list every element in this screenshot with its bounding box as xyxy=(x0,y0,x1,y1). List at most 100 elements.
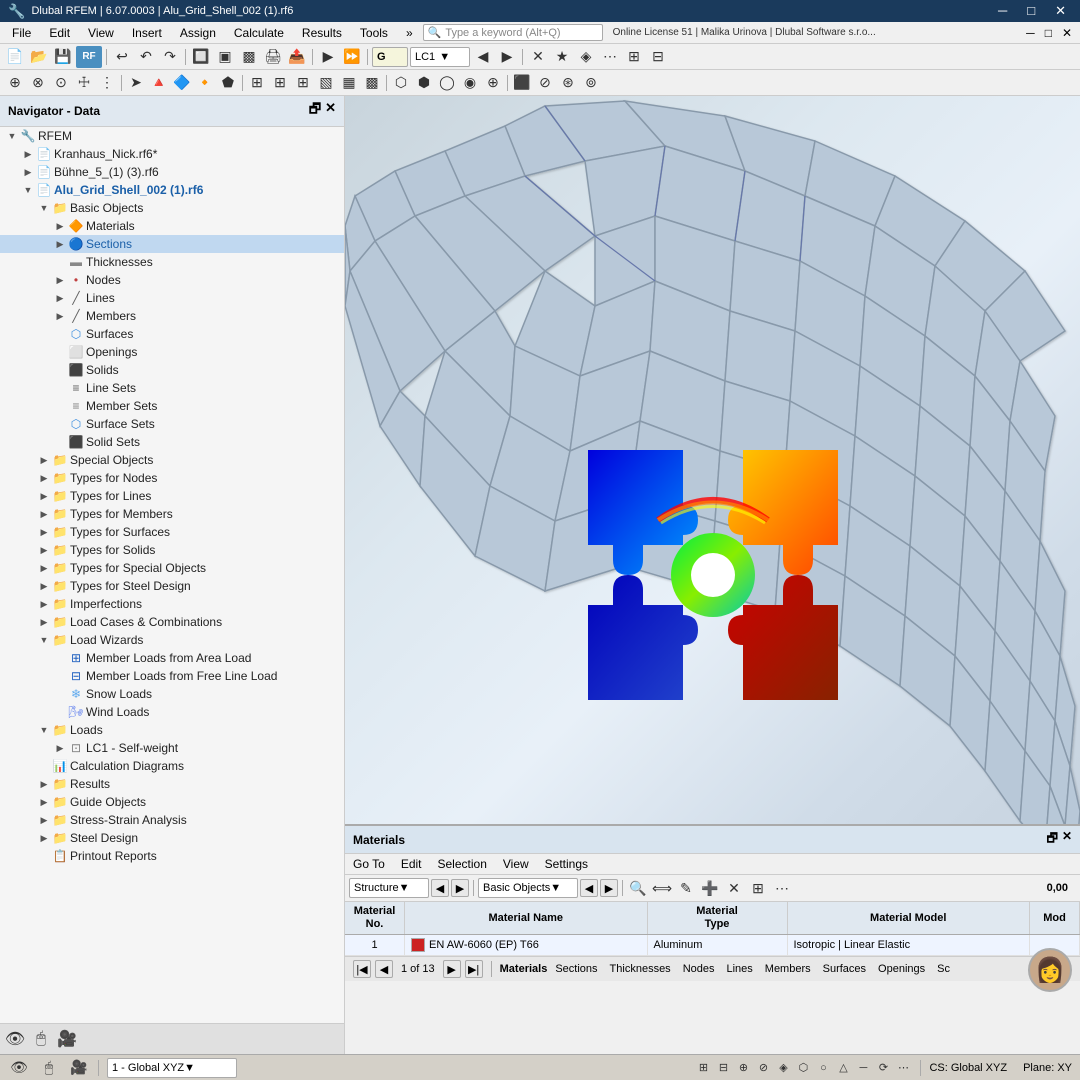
maximize-button[interactable]: □ xyxy=(1021,3,1041,19)
minimize-button[interactable]: ─ xyxy=(992,3,1013,19)
undo-area[interactable]: ↩ xyxy=(111,46,133,68)
tree-basic-objects[interactable]: ▼ 📁 Basic Objects xyxy=(0,199,344,217)
tree-steel-design[interactable]: ▶ 📁 Steel Design xyxy=(0,829,344,847)
tree-types-special[interactable]: ▶ 📁 Types for Special Objects xyxy=(0,559,344,577)
st2[interactable]: ⊟ xyxy=(714,1059,732,1077)
menu-tools[interactable]: Tools xyxy=(352,24,396,42)
menu-calculate[interactable]: Calculate xyxy=(226,24,292,42)
s15[interactable]: ▦ xyxy=(338,72,360,94)
viewy-btn[interactable]: ▩ xyxy=(238,46,260,68)
tree-thicknesses[interactable]: ▬ Thicknesses xyxy=(0,253,344,271)
tree-wind-loads[interactable]: 🌬 Wind Loads xyxy=(0,703,344,721)
tree-file-3[interactable]: ▼ 📄 Alu_Grid_Shell_002 (1).rf6 xyxy=(0,181,344,199)
play-btn[interactable]: ▶ xyxy=(317,46,339,68)
copy-mat-btn[interactable]: ⊞ xyxy=(747,877,769,899)
search-mat-btn[interactable]: 🔍 xyxy=(627,877,649,899)
s1[interactable]: ⊕ xyxy=(4,72,26,94)
nav-controls[interactable]: 🗗 ✕ xyxy=(309,100,336,122)
s14[interactable]: ▧ xyxy=(315,72,337,94)
s7[interactable]: 🔺 xyxy=(148,72,170,94)
s6[interactable]: ➤ xyxy=(125,72,147,94)
st4[interactable]: ⊘ xyxy=(754,1059,772,1077)
status-camera-btn[interactable]: 🎥 xyxy=(68,1057,90,1079)
tree-lines[interactable]: ▶ ╱ Lines xyxy=(0,289,344,307)
tree-nodes[interactable]: ▶ • Nodes xyxy=(0,271,344,289)
tab-surfaces-label[interactable]: Surfaces xyxy=(819,963,870,975)
s25[interactable]: ⊚ xyxy=(580,72,602,94)
s3[interactable]: ⊙ xyxy=(50,72,72,94)
settings-menu[interactable]: Settings xyxy=(541,856,592,872)
tree-sections[interactable]: ▶ 🔵 Sections xyxy=(0,235,344,253)
view3d-btn[interactable]: 🔲 xyxy=(190,46,212,68)
tree-types-steel[interactable]: ▶ 📁 Types for Steel Design xyxy=(0,577,344,595)
tree-printout-reports[interactable]: 📋 Printout Reports xyxy=(0,847,344,865)
prev-page-btn[interactable]: ◀ xyxy=(431,879,449,897)
st3[interactable]: ⊕ xyxy=(734,1059,752,1077)
panel-restore-btn[interactable]: 🗗 xyxy=(1047,829,1058,850)
close-button[interactable]: ✕ xyxy=(1049,3,1072,19)
s19[interactable]: ◯ xyxy=(436,72,458,94)
goto-menu[interactable]: Go To xyxy=(349,856,389,872)
open-btn[interactable]: 📂 xyxy=(28,46,50,68)
title-controls[interactable]: ─ □ ✕ xyxy=(992,3,1072,19)
tree-linesets[interactable]: ≡ Line Sets xyxy=(0,379,344,397)
s11[interactable]: ⊞ xyxy=(246,72,268,94)
tab-thicknesses-label[interactable]: Thicknesses xyxy=(606,963,675,975)
s17[interactable]: ⬡ xyxy=(390,72,412,94)
tree-types-lines[interactable]: ▶ 📁 Types for Lines xyxy=(0,487,344,505)
st10[interactable]: ⟳ xyxy=(874,1059,892,1077)
tree-loads[interactable]: ▼ 📁 Loads xyxy=(0,721,344,739)
t5[interactable]: ⊞ xyxy=(623,46,645,68)
status-cursor-btn[interactable]: 🖱 xyxy=(38,1057,60,1079)
search-box[interactable]: 🔍 Type a keyword (Alt+Q) xyxy=(423,24,603,41)
tree-surfaces[interactable]: ⬡ Surfaces xyxy=(0,325,344,343)
st8[interactable]: △ xyxy=(834,1059,852,1077)
view-menu[interactable]: View xyxy=(499,856,533,872)
lc-select[interactable]: LC1 ▼ xyxy=(410,47,470,67)
tree-membersets[interactable]: ≡ Member Sets xyxy=(0,397,344,415)
s8[interactable]: 🔷 xyxy=(171,72,193,94)
menu-close[interactable]: ✕ xyxy=(1058,26,1076,40)
tree-materials[interactable]: ▶ 🔶 Materials xyxy=(0,217,344,235)
s24[interactable]: ⊛ xyxy=(557,72,579,94)
next-obj-btn[interactable]: ▶ xyxy=(600,879,618,897)
tab-materials-label[interactable]: Materials xyxy=(500,963,548,975)
next-page-btn2[interactable]: ▶ xyxy=(443,960,461,978)
more-mat-btn[interactable]: ⋯ xyxy=(771,877,793,899)
filter-mat-btn[interactable]: ⟺ xyxy=(651,877,673,899)
tree-calc-diagrams[interactable]: 📊 Calculation Diagrams xyxy=(0,757,344,775)
tree-special-objects[interactable]: ▶ 📁 Special Objects xyxy=(0,451,344,469)
tree-types-nodes[interactable]: ▶ 📁 Types for Nodes xyxy=(0,469,344,487)
tree-root-rfem[interactable]: ▼ 🔧 RFEM xyxy=(0,127,344,145)
basic-objects-dropdown[interactable]: Basic Objects ▼ xyxy=(478,878,578,898)
tree-members[interactable]: ▶ ╱ Members xyxy=(0,307,344,325)
prev-page-btn2[interactable]: ◀ xyxy=(375,960,393,978)
t2[interactable]: ★ xyxy=(551,46,573,68)
tab-lines-label[interactable]: Lines xyxy=(722,963,756,975)
s12[interactable]: ⊞ xyxy=(269,72,291,94)
tab-nodes-label[interactable]: Nodes xyxy=(679,963,719,975)
step-btn[interactable]: ⏩ xyxy=(341,46,363,68)
rfem-btn[interactable]: RF xyxy=(76,46,102,68)
lc-dropdown[interactable]: G xyxy=(372,47,408,67)
st11[interactable]: ⋯ xyxy=(894,1059,912,1077)
tab-sections-label[interactable]: Sections xyxy=(551,963,601,975)
nav-restore-btn[interactable]: 🗗 xyxy=(309,100,321,122)
first-page-btn[interactable]: |◀ xyxy=(353,960,371,978)
s16[interactable]: ▩ xyxy=(361,72,383,94)
tree-imperfections[interactable]: ▶ 📁 Imperfections xyxy=(0,595,344,613)
tree-stress-strain[interactable]: ▶ 📁 Stress-Strain Analysis xyxy=(0,811,344,829)
s22[interactable]: ⬛ xyxy=(511,72,533,94)
s23[interactable]: ⊘ xyxy=(534,72,556,94)
prev-lc[interactable]: ◀ xyxy=(472,46,494,68)
add-mat-btn[interactable]: ➕ xyxy=(699,877,721,899)
print-btn[interactable]: 🖨 xyxy=(262,46,284,68)
menu-view[interactable]: View xyxy=(80,24,122,42)
viewx-btn[interactable]: ▣ xyxy=(214,46,236,68)
menu-minimize[interactable]: ─ xyxy=(1022,26,1039,40)
table-row[interactable]: 1 EN AW-6060 (EP) T66 Aluminum Isotropic… xyxy=(345,935,1080,956)
s18[interactable]: ⬢ xyxy=(413,72,435,94)
s2[interactable]: ⊗ xyxy=(27,72,49,94)
next-lc[interactable]: ▶ xyxy=(496,46,518,68)
tree-results[interactable]: ▶ 📁 Results xyxy=(0,775,344,793)
